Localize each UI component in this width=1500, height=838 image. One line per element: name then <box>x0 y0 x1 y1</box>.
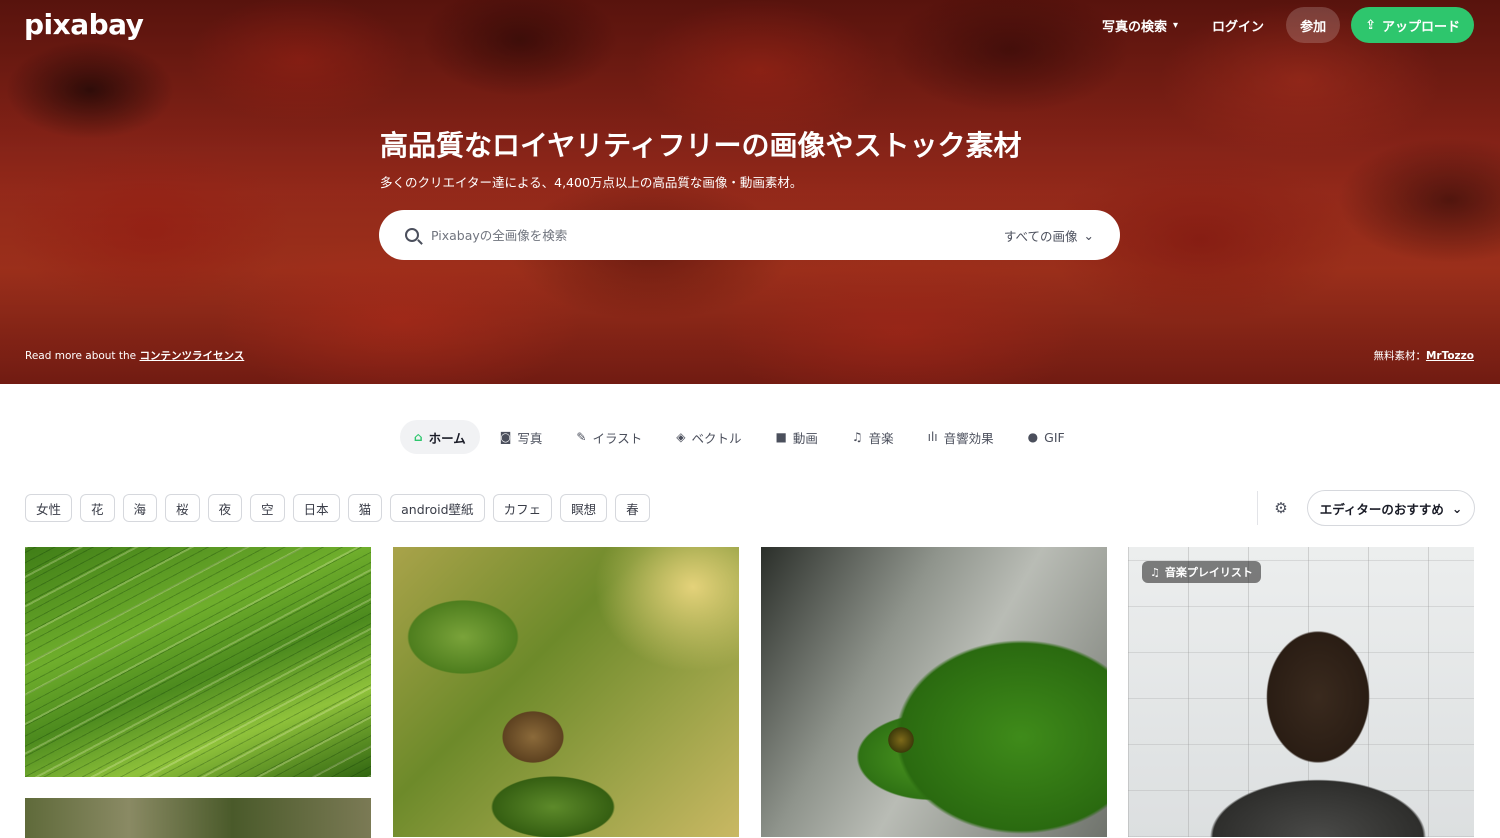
tab-label: 写真 <box>517 430 543 446</box>
search-input[interactable] <box>431 227 1004 243</box>
vector-icon: ◈ <box>676 430 686 444</box>
image-tile-snail[interactable] <box>393 547 739 837</box>
license-prefix: Read more about the <box>25 350 137 362</box>
hero-subtitle: 多くのクリエイター達による、4,400万点以上の高品質な画像・動画素材。 <box>380 175 803 190</box>
chevron-down-icon: ⌄ <box>1083 227 1094 243</box>
tag-chip[interactable]: 瞑想 <box>560 494 608 522</box>
upload-icon: ⇪ <box>1365 17 1376 33</box>
tag-chip[interactable]: 夜 <box>207 494 243 522</box>
hero-banner: pixabay 写真の検索 ▾ ログイン 参加 ⇪ アップロード 高品質なロイヤ… <box>0 0 1500 384</box>
image-tile-leaf[interactable] <box>25 547 371 777</box>
tag-chip[interactable]: 花 <box>80 494 115 522</box>
search-icon[interactable] <box>405 228 419 242</box>
brush-icon: ✎ <box>576 430 587 444</box>
credit-author-link[interactable]: MrTozzo <box>1426 350 1474 362</box>
tag-chip[interactable]: 猫 <box>347 494 383 522</box>
tag-chip[interactable]: 春 <box>615 494 650 522</box>
toolbar-divider <box>1257 491 1258 525</box>
tag-chip[interactable]: 海 <box>122 494 158 522</box>
waveform-icon: ılı <box>927 430 938 444</box>
image-tile-moss[interactable] <box>25 798 371 838</box>
upload-label: アップロード <box>1381 19 1460 35</box>
tab-photos[interactable]: ◙ 写真 <box>486 420 557 454</box>
chevron-down-icon: ▾ <box>1173 19 1179 31</box>
nav-explore-menu[interactable]: 写真の検索 ▾ <box>1102 16 1178 35</box>
search-type-label: すべての画像 <box>1003 228 1078 244</box>
license-link[interactable]: コンテンツライセンス <box>139 350 244 362</box>
tab-vectors[interactable]: ◈ ベクトル <box>662 420 755 454</box>
image-tile-office[interactable]: ♫ 音楽プレイリスト <box>1128 547 1474 837</box>
nav-explore-label: 写真の検索 <box>1102 19 1168 35</box>
tag-chip[interactable]: 日本 <box>292 494 340 522</box>
join-button[interactable]: 参加 <box>1286 7 1341 43</box>
tag-chips: 女性 花 海 桜 夜 空 日本 猫 android壁紙 カフェ 瞑想 春 <box>25 494 650 522</box>
tag-chip[interactable]: 桜 <box>165 494 200 522</box>
tab-home[interactable]: ⌂ ホーム <box>400 420 480 454</box>
top-nav: 写真の検索 ▾ ログイン 参加 ⇪ アップロード <box>1102 7 1474 43</box>
search-type-dropdown[interactable]: すべての画像 ⌄ <box>1004 226 1094 245</box>
pixabay-logo[interactable]: pixabay <box>24 8 144 41</box>
tab-label: ホーム <box>428 430 466 446</box>
tab-label: 音響効果 <box>943 430 994 446</box>
gif-icon: ● <box>1027 430 1039 444</box>
playlist-badge-label: 音楽プレイリスト <box>1164 566 1253 579</box>
tab-label: 動画 <box>792 430 818 446</box>
image-tile-snake[interactable] <box>761 547 1107 837</box>
sort-dropdown[interactable]: エディターのおすすめ ⌄ <box>1307 490 1475 526</box>
search-bar: すべての画像 ⌄ <box>379 210 1120 260</box>
camera-icon: ◙ <box>499 430 512 444</box>
music-icon: ♫ <box>851 430 863 444</box>
license-note: Read more about the コンテンツライセンス <box>25 348 244 363</box>
sort-label: エディターのおすすめ <box>1319 501 1444 517</box>
tag-chip[interactable]: カフェ <box>492 494 553 522</box>
tab-videos[interactable]: ■ 動画 <box>761 420 831 454</box>
hero-title: 高品質なロイヤリティフリーの画像やストック素材 <box>380 129 1022 162</box>
tab-sound-effects[interactable]: ılı 音響効果 <box>914 420 1008 454</box>
music-icon: ♫ <box>1150 565 1160 579</box>
tab-label: 音楽 <box>868 430 894 446</box>
chevron-down-icon: ⌄ <box>1451 500 1463 516</box>
tab-gif[interactable]: ● GIF <box>1014 420 1079 454</box>
tab-label: GIF <box>1044 429 1065 445</box>
video-icon: ■ <box>775 430 787 444</box>
tab-label: ベクトル <box>691 430 742 446</box>
hero-overlay <box>0 0 1500 384</box>
tab-label: イラスト <box>592 430 643 446</box>
playlist-badge: ♫ 音楽プレイリスト <box>1142 561 1261 583</box>
home-icon: ⌂ <box>414 430 423 444</box>
tab-illustrations[interactable]: ✎ イラスト <box>562 420 656 454</box>
tag-chip[interactable]: android壁紙 <box>390 494 485 522</box>
tag-chip[interactable]: 女性 <box>25 494 73 522</box>
credit-prefix: 無料素材： <box>1373 350 1426 362</box>
login-link[interactable]: ログイン <box>1212 16 1264 35</box>
media-tabs: ⌂ ホーム ◙ 写真 ✎ イラスト ◈ ベクトル ■ 動画 ♫ 音楽 ılı 音… <box>400 420 1085 454</box>
gear-icon[interactable]: ⚙ <box>1272 499 1290 517</box>
image-credit: 無料素材：MrTozzo <box>1373 348 1474 363</box>
upload-button[interactable]: ⇪ アップロード <box>1351 7 1474 43</box>
tab-music[interactable]: ♫ 音楽 <box>838 420 908 454</box>
tag-chip[interactable]: 空 <box>250 494 285 522</box>
